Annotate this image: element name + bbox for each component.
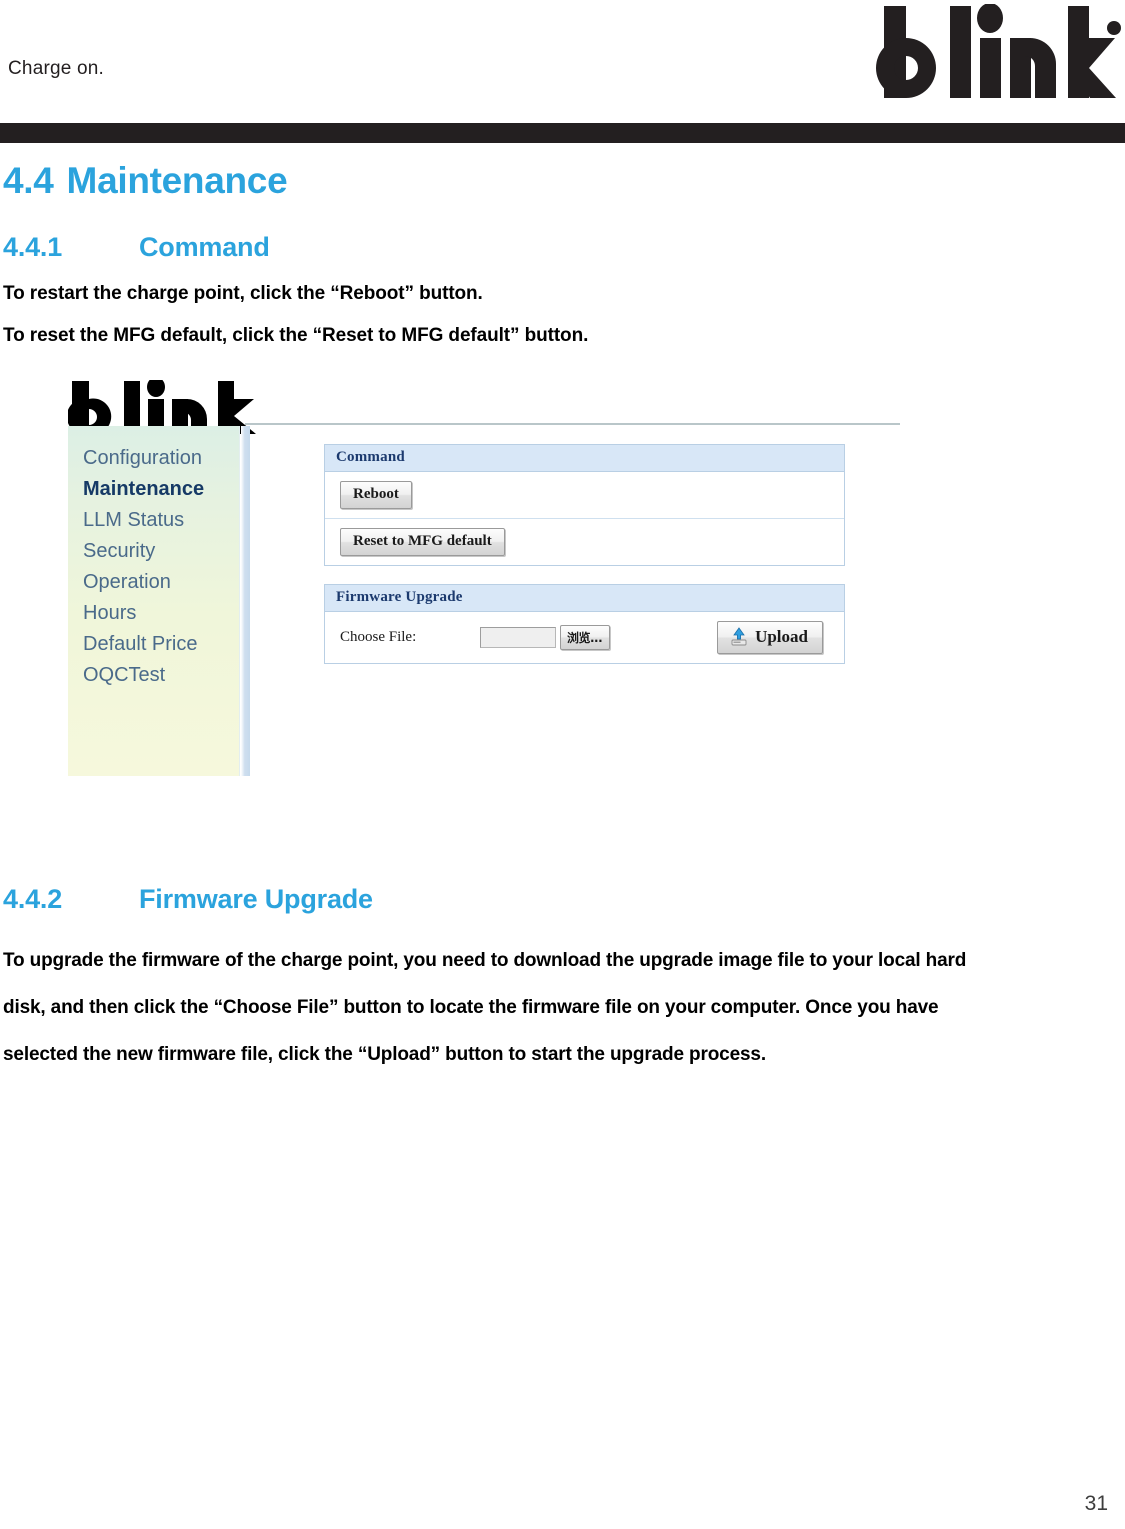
sidebar-item-operation-hours[interactable]: Operation Hours (83, 567, 239, 629)
document-body: 4.4 Maintenance 4.4.1 Command To restart t… (0, 143, 1125, 1078)
firmware-panel-row-choose-file: Choose File: 浏览... Upload (325, 612, 844, 663)
paragraph-firmware-upgrade: To upgrade the firmware of the charge po… (3, 950, 967, 1065)
section-number: 4.4 (3, 160, 54, 201)
subsection-title-text: Command (139, 232, 270, 262)
subsection-number: 4.4.1 (3, 232, 63, 262)
sidebar-item-default-price[interactable]: Default Price (83, 629, 239, 660)
upload-arrow-icon (731, 627, 747, 646)
section-title-text: Maintenance (66, 160, 288, 201)
file-path-input[interactable] (480, 627, 556, 648)
sidebar-item-maintenance[interactable]: Maintenance (83, 474, 239, 505)
command-panel-row-reset: Reset to MFG default (325, 518, 844, 565)
browse-button[interactable]: 浏览... (560, 625, 611, 650)
paragraph-reset-instruction: To reset the MFG default, click the “Res… (3, 325, 589, 346)
section-heading: 4.4 Maintenance (0, 143, 1125, 202)
sidebar-item-configuration[interactable]: Configuration (83, 443, 239, 474)
upload-button[interactable]: Upload (717, 621, 823, 654)
command-panel-title: Command (325, 445, 844, 472)
choose-file-label: Choose File: (340, 629, 417, 645)
sidebar-nav-list: Configuration Maintenance LLM Status Sec… (68, 426, 239, 691)
firmware-upgrade-panel: Firmware Upgrade Choose File: 浏览... Uplo… (324, 584, 845, 664)
reset-to-mfg-default-button[interactable]: Reset to MFG default (340, 528, 505, 556)
blink-logo (876, 4, 1121, 100)
subsection-heading-command: 4.4.1 Command (0, 202, 1125, 263)
ui-header-separator (245, 423, 900, 425)
firmware-panel-title: Firmware Upgrade (325, 585, 844, 612)
page-number: 31 (1084, 1492, 1108, 1515)
brand-tagline: Charge on. (8, 58, 105, 79)
subsection-heading-firmware: 4.4.2 Firmware Upgrade (0, 802, 1125, 915)
header-divider-bar (0, 123, 1125, 143)
command-panel: Command Reboot Reset to MFG default (324, 444, 845, 566)
sidebar-item-llm-status[interactable]: LLM Status (83, 505, 239, 536)
ui-sidebar: Configuration Maintenance LLM Status Sec… (68, 426, 240, 776)
command-panel-row-reboot: Reboot (325, 472, 844, 518)
subsection-number-2: 4.4.2 (3, 884, 63, 914)
paragraph-reboot-instruction: To restart the charge point, click the “… (3, 283, 483, 304)
reboot-button[interactable]: Reboot (340, 481, 412, 509)
upload-button-label: Upload (755, 627, 808, 646)
ui-main-content: Command Reboot Reset to MFG default Firm… (256, 426, 970, 776)
sidebar-item-oqctest[interactable]: OQCTest (83, 660, 239, 691)
sidebar-item-security[interactable]: Security (83, 536, 239, 567)
embedded-web-ui-screenshot: Configuration Maintenance LLM Status Sec… (60, 372, 970, 802)
sidebar-scroll-strip[interactable] (241, 426, 250, 776)
subsection-title-text-2: Firmware Upgrade (139, 884, 373, 914)
page-header: Charge on. (0, 0, 1125, 143)
